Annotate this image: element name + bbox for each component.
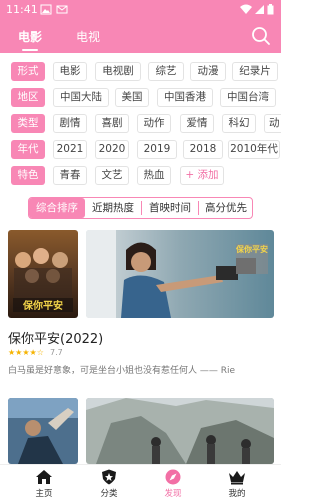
filter-chip[interactable]: 电影 xyxy=(53,62,87,81)
filter-chip[interactable]: 美国 xyxy=(115,88,149,107)
poster-title-text: 保你平安 xyxy=(22,299,63,312)
movie-still-2[interactable] xyxy=(86,398,274,464)
filter-row-era: 年代 2021 2020 2019 2018 2010年代 xyxy=(0,138,281,160)
filter-row-feature: 特色 青春 文艺 热血 + 添加 xyxy=(0,164,281,186)
filter-chip[interactable]: 中国台湾 xyxy=(220,88,276,107)
movie-still[interactable]: 保你平安 xyxy=(86,230,274,318)
status-time: 11:41 xyxy=(6,3,38,16)
filter-chip[interactable]: 热血 xyxy=(137,166,171,185)
filter-label: 地区 xyxy=(11,88,45,107)
sort-option-comprehensive[interactable]: 综合排序 xyxy=(29,198,85,218)
poster-image: 保你平安 xyxy=(8,230,78,318)
crown-icon xyxy=(229,471,245,485)
tab-movies[interactable]: 电影 xyxy=(18,28,42,51)
home-icon xyxy=(36,470,52,484)
sort-option-recent-heat[interactable]: 近期热度 xyxy=(85,198,141,218)
filter-chip[interactable]: 2020 xyxy=(95,140,129,159)
nav-category[interactable]: 分类 xyxy=(81,465,137,501)
filter-label: 形式 xyxy=(11,62,45,81)
filter-chip[interactable]: 爱情 xyxy=(180,114,214,133)
filter-chip[interactable]: 动漫 xyxy=(190,62,226,81)
filter-chip[interactable]: 2021 xyxy=(53,140,87,159)
filter-chip[interactable]: 2010年代 xyxy=(228,140,280,159)
sort-option-premiere[interactable]: 首映时间 xyxy=(142,198,198,218)
shield-icon xyxy=(102,469,116,485)
search-icon[interactable] xyxy=(251,26,271,46)
filter-chip[interactable]: 中国大陆 xyxy=(53,88,109,107)
nav-home[interactable]: 主页 xyxy=(16,465,72,501)
nav-label: 主页 xyxy=(35,489,53,499)
bottom-nav: 主页 分类 发现 我的 xyxy=(0,464,281,500)
filter-chip[interactable]: 青春 xyxy=(53,166,87,185)
rating-stars: ★★★★☆ xyxy=(8,348,44,357)
filter-label: 特色 xyxy=(11,166,45,185)
filter-row-genre: 类型 剧情 喜剧 动作 爱情 科幻 动 xyxy=(0,112,281,134)
still-image-2 xyxy=(86,398,274,464)
movie-poster-2[interactable] xyxy=(8,398,78,464)
rating-score: 7.7 xyxy=(50,348,63,357)
signal-icon xyxy=(255,5,264,14)
wifi-icon xyxy=(240,4,252,14)
nav-label: 分类 xyxy=(100,489,118,499)
filter-row-form: 形式 电影 电视剧 综艺 动漫 纪录片 xyxy=(0,60,281,82)
filter-chip[interactable]: 喜剧 xyxy=(95,114,129,133)
filter-label: 类型 xyxy=(11,114,45,133)
movie-quote: 白马虽是好意象，可是坐台小姐也没有惹任何人 —— Rie xyxy=(8,366,236,376)
top-bar: 电影 电视 xyxy=(0,20,281,53)
status-bar: 11:41 xyxy=(0,0,281,20)
poster-image-2 xyxy=(8,398,78,464)
filter-chip[interactable]: 文艺 xyxy=(95,166,129,185)
still-title-text: 保你平安 xyxy=(235,244,268,254)
filter-chip[interactable]: 动 xyxy=(264,114,281,133)
notification-icon xyxy=(56,5,68,14)
nav-discover[interactable]: 发现 xyxy=(145,465,201,501)
sort-bar: 综合排序 近期热度 首映时间 高分优先 xyxy=(28,197,253,219)
filter-chip[interactable]: 电视剧 xyxy=(95,62,141,81)
filter-chip[interactable]: 中国香港 xyxy=(157,88,213,107)
add-filter-button[interactable]: + 添加 xyxy=(180,166,224,185)
filter-chip[interactable]: 动作 xyxy=(137,114,171,133)
compass-icon xyxy=(165,469,181,485)
filter-row-region: 地区 中国大陆 美国 中国香港 中国台湾 xyxy=(0,86,281,108)
movie-poster[interactable]: 保你平安 xyxy=(8,230,78,318)
filter-chip[interactable]: 纪录片 xyxy=(232,62,278,81)
sort-option-high-score[interactable]: 高分优先 xyxy=(199,198,253,218)
image-notification-icon xyxy=(40,4,52,15)
movie-title[interactable]: 保你平安(2022) xyxy=(8,328,103,347)
filter-chip[interactable]: 2018 xyxy=(183,140,223,159)
filter-label: 年代 xyxy=(11,140,45,159)
nav-label: 发现 xyxy=(164,489,182,499)
nav-mine[interactable]: 我的 xyxy=(209,465,265,501)
still-image: 保你平安 xyxy=(86,230,274,318)
nav-label: 我的 xyxy=(228,489,246,499)
filter-chip[interactable]: 综艺 xyxy=(148,62,184,81)
tab-tv[interactable]: 电视 xyxy=(76,28,100,45)
filter-chip[interactable]: 2019 xyxy=(137,140,177,159)
filter-chip[interactable]: 剧情 xyxy=(53,114,87,133)
battery-icon xyxy=(267,4,274,15)
filter-chip[interactable]: 科幻 xyxy=(222,114,256,133)
